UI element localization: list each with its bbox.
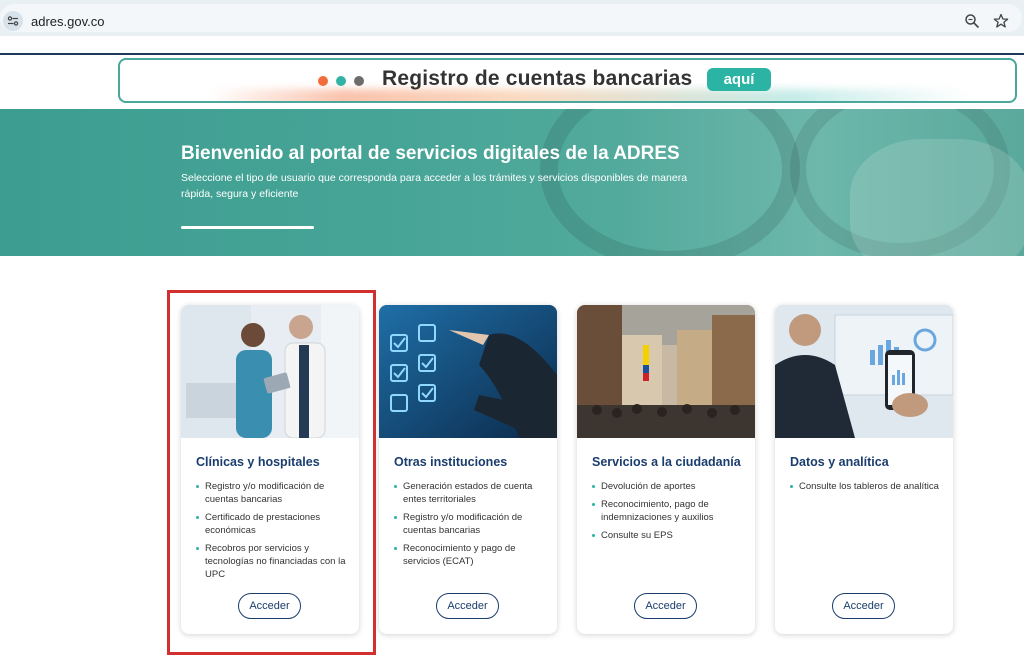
list-item: Devolución de aportes xyxy=(592,480,747,493)
card-image-checklist xyxy=(379,305,557,438)
card-datos-analitica: Datos y analítica Consulte los tableros … xyxy=(775,305,953,634)
page-header-line xyxy=(0,53,1024,55)
banner-dot-teal xyxy=(336,76,346,86)
card-service-list: Generación estados de cuenta entes terri… xyxy=(394,480,549,573)
hero-title: Bienvenido al portal de servicios digita… xyxy=(181,143,680,164)
address-bar[interactable]: adres.gov.co xyxy=(0,4,1022,32)
card-title: Otras instituciones xyxy=(394,455,508,469)
promo-banner[interactable]: Registro de cuentas bancarias aquí xyxy=(118,58,1017,103)
list-item: Consulte los tableros de analítica xyxy=(790,480,945,493)
banner-cta-button[interactable]: aquí xyxy=(707,68,771,91)
banner-title: Registro de cuentas bancarias xyxy=(382,67,693,90)
list-item: Registro y/o modificación de cuentas ban… xyxy=(394,511,549,537)
card-title: Servicios a la ciudadanía xyxy=(592,455,741,469)
site-info-icon[interactable] xyxy=(3,11,23,31)
hero-background-shape xyxy=(850,139,1024,256)
card-image-analytics xyxy=(775,305,953,438)
card-otras-instituciones: Otras instituciones Generación estados d… xyxy=(379,305,557,634)
hero-subtitle: Seleccione el tipo de usuario que corres… xyxy=(181,172,688,200)
url-text[interactable]: adres.gov.co xyxy=(31,14,104,29)
list-item: Reconocimiento y pago de servicios (ECAT… xyxy=(394,542,549,568)
list-item: Generación estados de cuenta entes terri… xyxy=(394,480,549,506)
acceder-button[interactable]: Acceder xyxy=(832,593,895,619)
card-servicios-ciudadania: Servicios a la ciudadanía Devolución de … xyxy=(577,305,755,634)
banner-dot-orange xyxy=(318,76,328,86)
card-image-street xyxy=(577,305,755,438)
list-item: Consulte su EPS xyxy=(592,529,747,542)
card-service-list: Devolución de aportes Reconocimiento, pa… xyxy=(592,480,747,547)
banner-glow xyxy=(120,89,1015,101)
card-title: Datos y analítica xyxy=(790,455,889,469)
card-service-list: Consulte los tableros de analítica xyxy=(790,480,945,498)
bookmark-star-icon[interactable] xyxy=(993,13,1009,29)
highlight-box xyxy=(167,290,376,655)
browser-toolbar: adres.gov.co xyxy=(0,0,1024,36)
acceder-button[interactable]: Acceder xyxy=(436,593,499,619)
hero-section: Bienvenido al portal de servicios digita… xyxy=(0,109,1024,256)
acceder-button[interactable]: Acceder xyxy=(634,593,697,619)
zoom-icon[interactable] xyxy=(964,13,980,29)
banner-dot-gray xyxy=(354,76,364,86)
hero-underline xyxy=(181,226,314,229)
list-item: Reconocimiento, pago de indemnizaciones … xyxy=(592,498,747,524)
